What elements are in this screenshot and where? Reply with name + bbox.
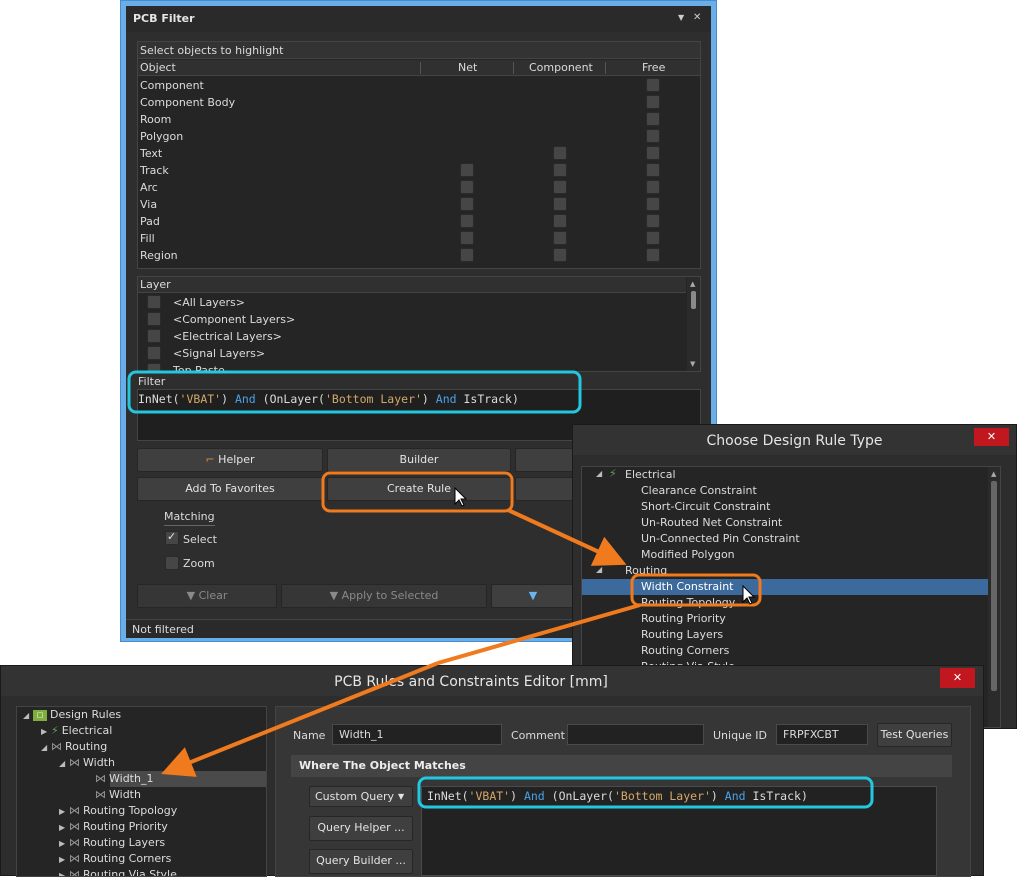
arrow-choose-to-editor bbox=[437, 603, 641, 665]
annotation-overlay bbox=[127, 370, 874, 809]
width-constraint-highlight bbox=[630, 573, 762, 607]
mouse-cursor bbox=[454, 486, 468, 507]
arrow-create-to-choose bbox=[507, 508, 627, 566]
create-rule-highlight bbox=[321, 471, 514, 513]
filter-highlight bbox=[127, 370, 582, 414]
mouse-cursor bbox=[742, 584, 756, 605]
query-highlight bbox=[417, 776, 874, 809]
arrow-editor-to-tree bbox=[161, 661, 439, 777]
